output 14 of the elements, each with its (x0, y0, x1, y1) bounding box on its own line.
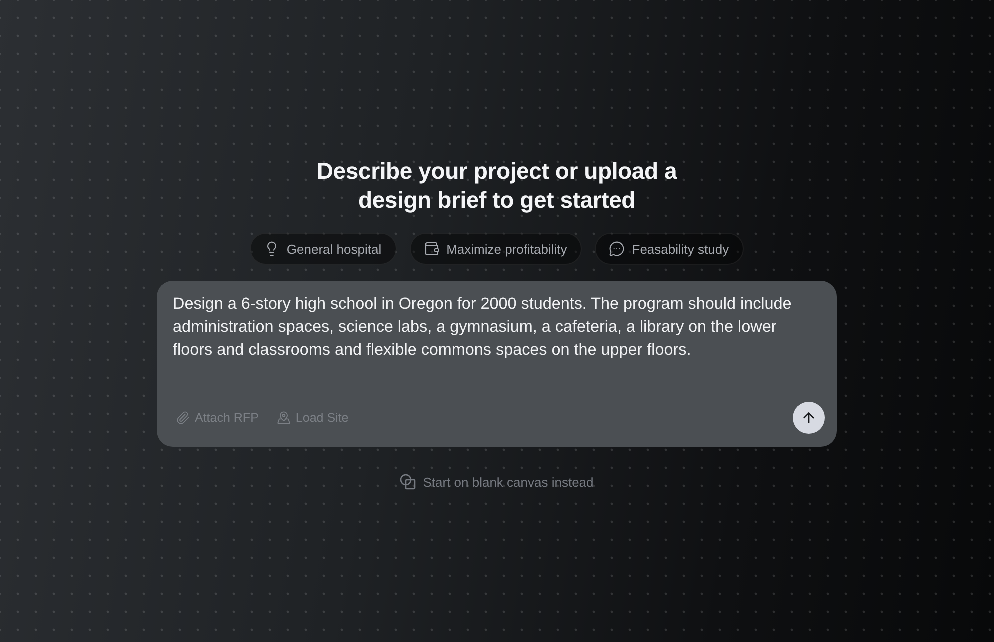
suggestion-chip[interactable]: Feasability study (595, 233, 744, 265)
paperclip-icon (176, 411, 190, 425)
arrow-up-icon (801, 410, 817, 426)
wallet-icon (424, 241, 440, 257)
map-pin-icon (276, 411, 291, 425)
blank-canvas-link[interactable]: Start on blank canvas instead (400, 474, 594, 490)
chat-bubble-icon (609, 241, 626, 257)
send-button[interactable] (793, 402, 825, 434)
page-heading: Describe your project or upload a design brief to get started (316, 157, 678, 215)
prompt-box[interactable] (157, 281, 837, 447)
suggestion-chip[interactable]: Maximize profitability (410, 233, 582, 265)
prompt-input-field[interactable]: Design a 6-story high school in Oregon for 2000 students. The program should include administration spaces, science labs, a gymnasium, a cafeteria, a library on the lower floors and classrooms and flexible commons spaces on the upper floors. (173, 293, 825, 402)
shapes-icon (400, 474, 416, 490)
suggestion-chip[interactable]: General hospital (250, 233, 397, 265)
